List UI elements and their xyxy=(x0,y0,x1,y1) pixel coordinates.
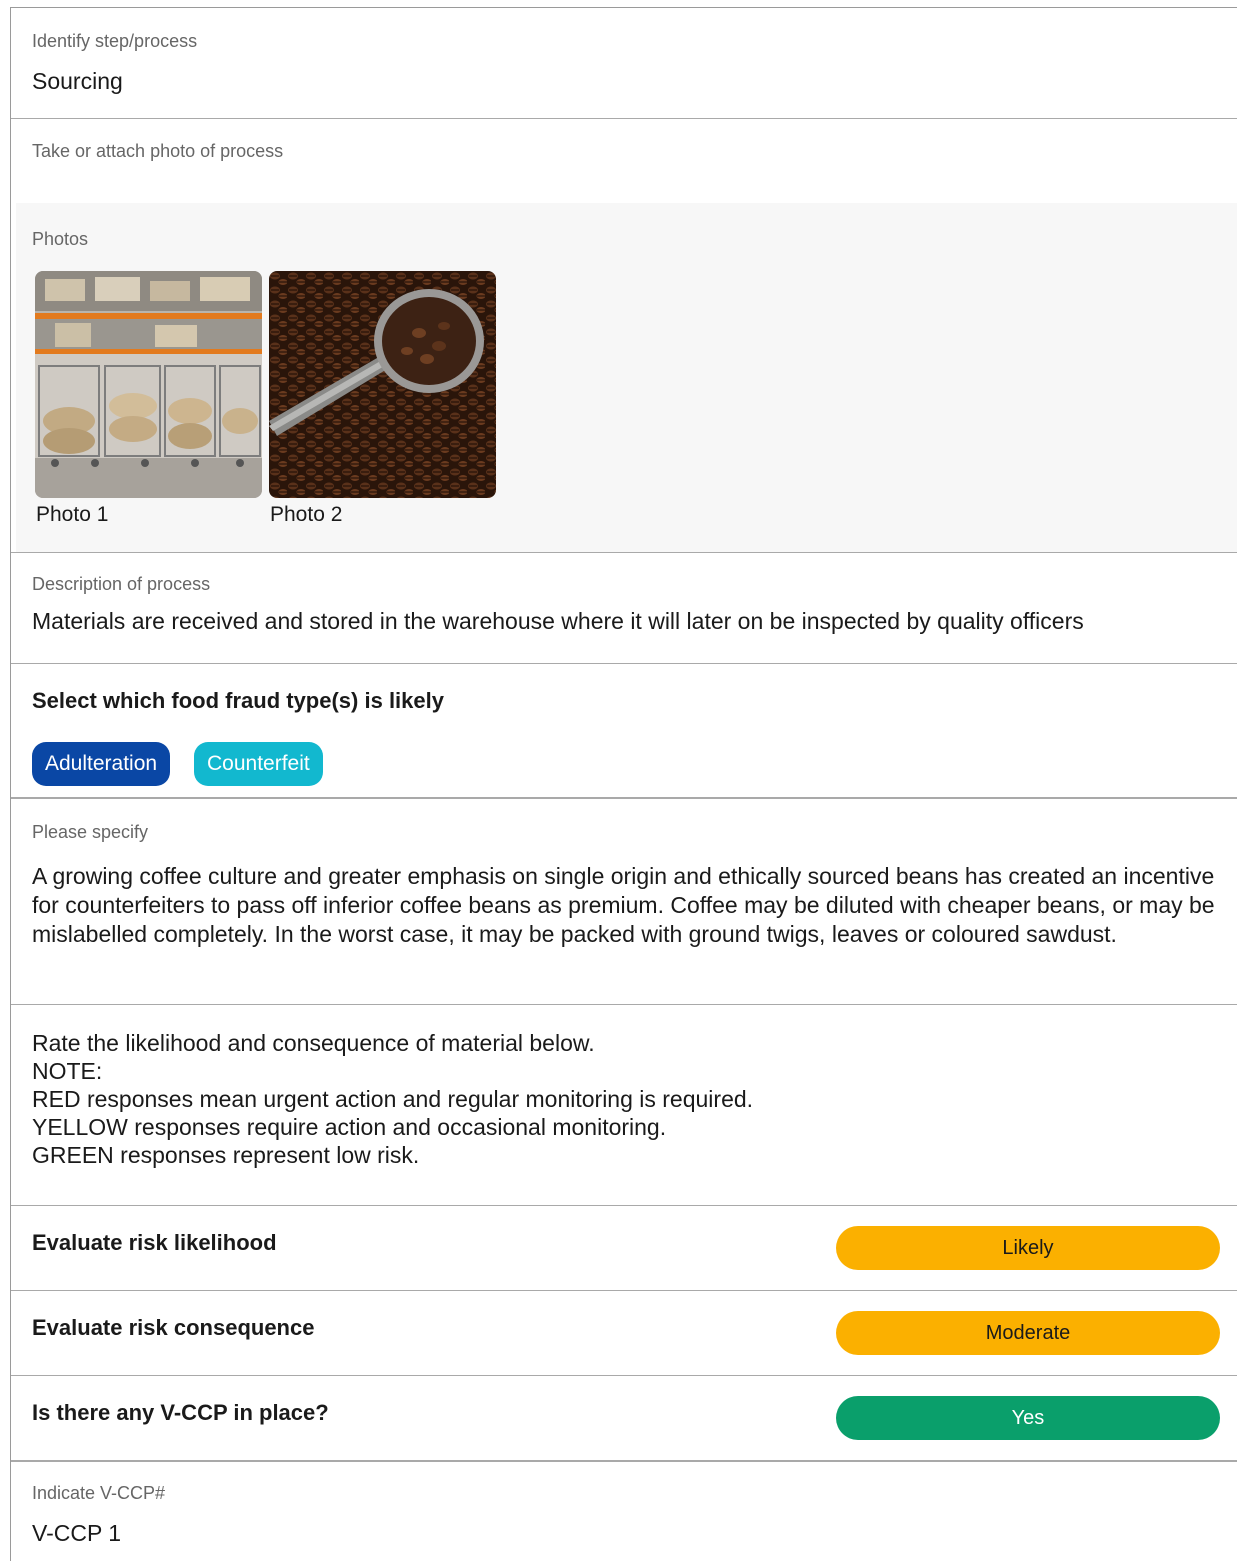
photo-2-caption: Photo 2 xyxy=(270,503,343,526)
description-field: Description of process Materials are rec… xyxy=(11,553,1237,664)
step-value[interactable]: Sourcing xyxy=(32,68,123,95)
likelihood-answer-button[interactable]: Likely xyxy=(836,1226,1220,1270)
note-line-5: GREEN responses represent low risk. xyxy=(32,1142,420,1168)
photos-panel: Photos Photo 1 Photo 2 xyxy=(16,203,1237,552)
vccp-number-field: Indicate V-CCP# V-CCP 1 xyxy=(11,1462,1237,1562)
photo-2-thumbnail[interactable] xyxy=(269,271,496,498)
warehouse-image xyxy=(35,271,262,498)
note-line-4: YELLOW responses require action and occa… xyxy=(32,1114,667,1140)
note-block: Rate the likelihood and consequence of m… xyxy=(11,1005,1237,1206)
step-field: Identify step/process Sourcing xyxy=(11,8,1237,119)
vccp-question: Is there any V-CCP in place? xyxy=(32,1400,329,1425)
vccp-number-value[interactable]: V-CCP 1 xyxy=(32,1520,121,1547)
consequence-question: Evaluate risk consequence xyxy=(32,1315,315,1340)
photo-1-thumbnail[interactable] xyxy=(35,271,262,498)
vccp-field: Is there any V-CCP in place? Yes xyxy=(11,1376,1237,1462)
description-label: Description of process xyxy=(32,574,211,594)
fraud-type-question: Select which food fraud type(s) is likel… xyxy=(32,688,444,713)
specify-label: Please specify xyxy=(32,822,149,842)
vccp-number-label: Indicate V-CCP# xyxy=(32,1483,166,1503)
consequence-field: Evaluate risk consequence Moderate xyxy=(11,1291,1237,1376)
coffee-beans-image xyxy=(269,271,496,498)
specify-value[interactable]: A growing coffee culture and greater emp… xyxy=(32,862,1218,949)
likelihood-field: Evaluate risk likelihood Likely xyxy=(11,1206,1237,1291)
chip-counterfeit[interactable]: Counterfeit xyxy=(194,742,323,786)
consequence-answer-button[interactable]: Moderate xyxy=(836,1311,1220,1355)
note-line-3: RED responses mean urgent action and reg… xyxy=(32,1086,754,1112)
photo-1-caption: Photo 1 xyxy=(36,503,109,526)
specify-field: Please specify A growing coffee culture … xyxy=(11,799,1237,1005)
description-value[interactable]: Materials are received and stored in the… xyxy=(32,608,1084,635)
vccp-answer-button[interactable]: Yes xyxy=(836,1396,1220,1440)
note-text: Rate the likelihood and consequence of m… xyxy=(32,1029,1218,1169)
chip-adulteration[interactable]: Adulteration xyxy=(32,742,171,786)
form-frame: Identify step/process Sourcing Take or a… xyxy=(10,7,1237,1561)
photos-label: Photos xyxy=(32,229,89,249)
note-line-1: Rate the likelihood and consequence of m… xyxy=(32,1030,595,1056)
note-line-2: NOTE: xyxy=(32,1058,103,1084)
likelihood-question: Evaluate risk likelihood xyxy=(32,1230,277,1255)
step-label: Identify step/process xyxy=(32,31,198,51)
photo-field-label: Take or attach photo of process xyxy=(32,141,284,161)
